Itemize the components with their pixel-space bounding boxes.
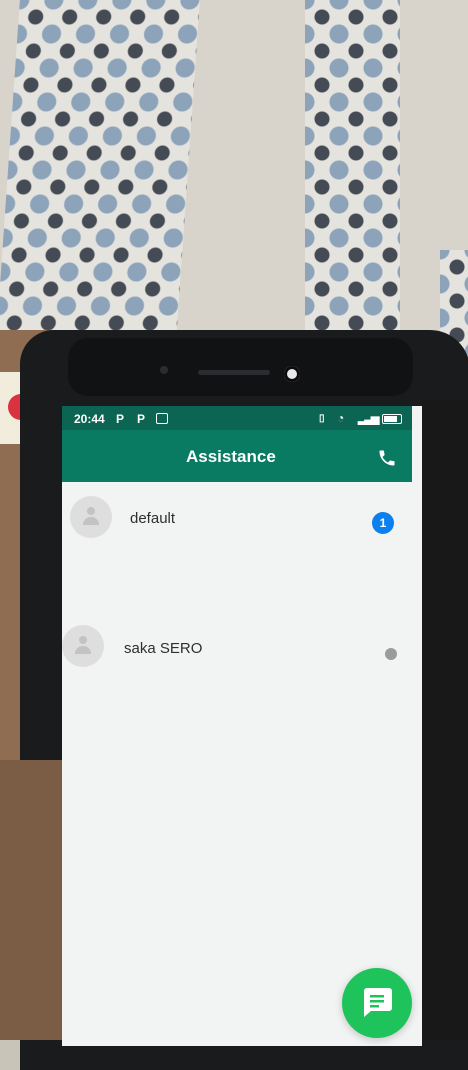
status-bar: 20:44 P P ▯ ◔ ▂▃▅ — [62, 406, 412, 430]
notification-p1: P — [116, 412, 125, 426]
battery-icon — [382, 414, 402, 424]
person-icon — [75, 636, 91, 654]
list-item[interactable]: default 1 — [62, 482, 412, 550]
wall-tile-strip — [0, 0, 200, 340]
phone-screen: 20:44 P P ▯ ◔ ▂▃▅ Assistance default 1 s… — [62, 406, 422, 1046]
front-camera — [284, 366, 300, 382]
new-chat-button[interactable] — [342, 968, 412, 1038]
signal-icon: ▂▃▅ — [358, 413, 379, 425]
conversation-name: default — [130, 510, 176, 527]
status-dot — [385, 648, 397, 660]
background-object — [0, 760, 62, 1040]
vibrate-icon: ▯ — [319, 413, 325, 424]
phone-speaker — [198, 370, 270, 375]
conversation-name: saka SERO — [124, 640, 203, 657]
avatar — [62, 625, 104, 667]
notification-p2: P — [137, 412, 146, 426]
person-icon — [83, 507, 99, 525]
avatar — [70, 496, 112, 538]
phone-icon[interactable] — [377, 448, 397, 468]
unread-badge: 1 — [372, 512, 394, 534]
phone-right-edge — [422, 400, 468, 1040]
list-item[interactable]: saka SERO — [62, 550, 412, 667]
chat-icon — [364, 988, 392, 1017]
page-title: Assistance — [186, 447, 276, 466]
phone-top-bezel — [68, 338, 413, 396]
phone-sensor — [160, 366, 168, 374]
wall-tile-strip — [305, 0, 400, 340]
status-time: 20:44 — [74, 412, 105, 426]
wifi-icon: ◔ — [337, 411, 345, 425]
app-bar: Assistance — [62, 430, 412, 482]
message-icon — [156, 413, 168, 424]
